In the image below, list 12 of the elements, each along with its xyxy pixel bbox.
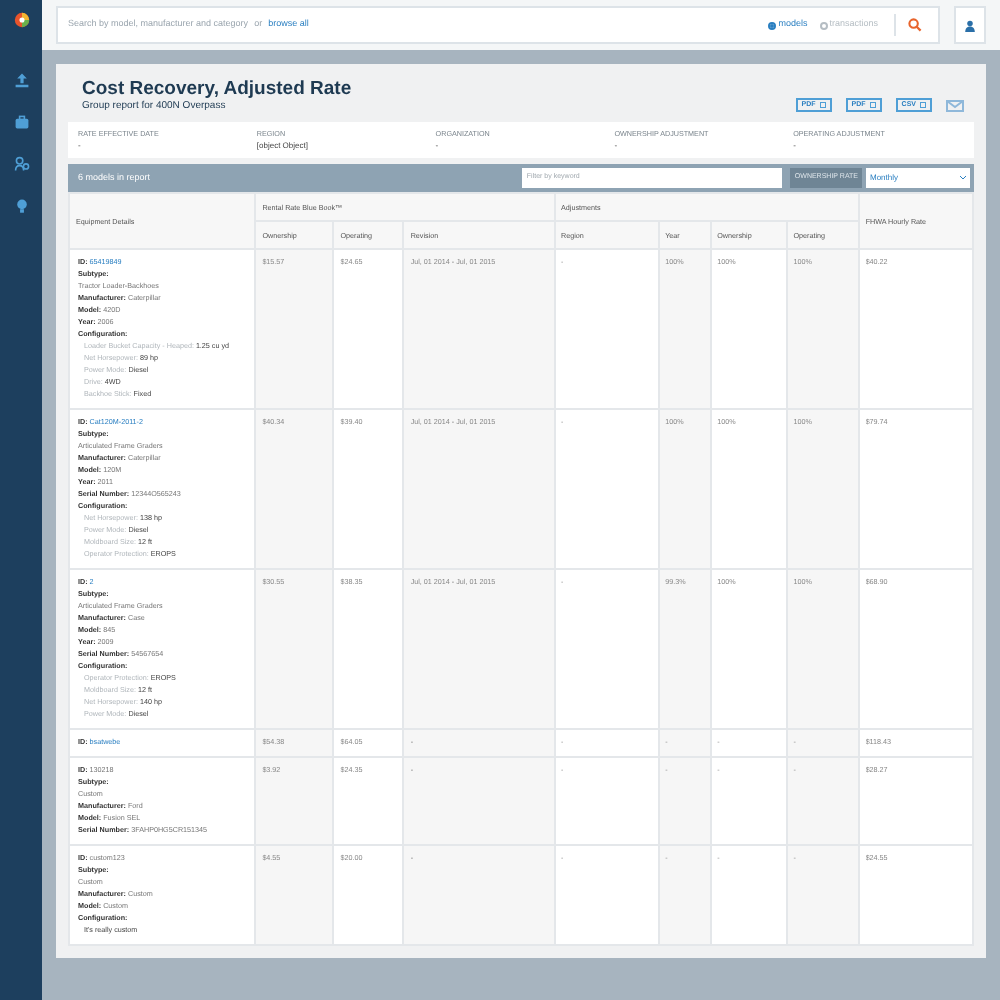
user-button[interactable] (954, 6, 986, 44)
user-icon (964, 19, 976, 31)
briefcase-icon[interactable] (13, 114, 29, 130)
logo-icon[interactable] (13, 12, 29, 28)
search-icon[interactable] (908, 18, 922, 32)
users-icon[interactable] (13, 156, 29, 172)
lightbulb-icon[interactable] (13, 198, 29, 214)
document-icon (920, 102, 926, 108)
document-icon (819, 102, 826, 108)
report-title: Cost Recovery, Adjusted Rate (82, 78, 352, 100)
document-icon (869, 102, 876, 108)
upload-icon[interactable] (13, 72, 29, 88)
